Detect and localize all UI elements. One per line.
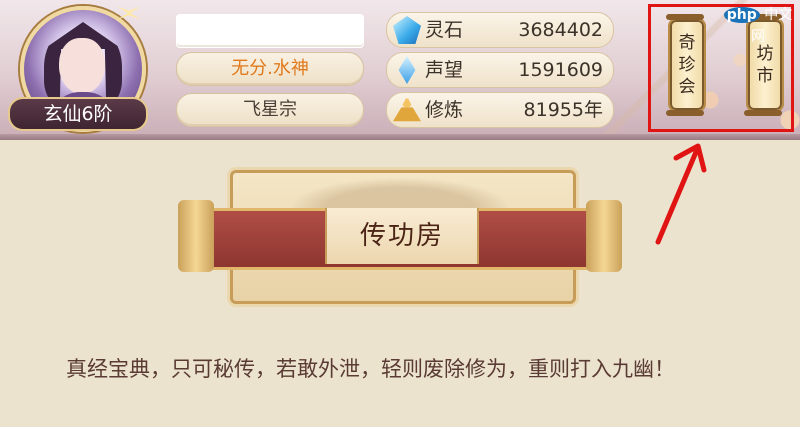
- avatar-face: [59, 38, 105, 94]
- treasure-fair-button[interactable]: 奇 珍 会: [666, 14, 706, 116]
- player-name-field: [176, 14, 364, 48]
- resource-spirit-stone: 灵石 3684402: [386, 12, 614, 48]
- resource-value: 81955年: [523, 99, 603, 121]
- description-text: 真经宝典，只可秘传，若敢外泄，轻则废除修为，重则打入九幽！: [66, 357, 675, 381]
- banner-end-cap: [586, 200, 622, 272]
- button-char: 市: [756, 66, 774, 86]
- watermark: php 中文网: [718, 4, 798, 45]
- resource-value: 3684402: [518, 19, 603, 41]
- banner-end-cap: [178, 200, 214, 272]
- resource-prestige: 声望 1591609: [386, 52, 614, 88]
- cultivation-icon: [393, 96, 421, 122]
- spirit-stone-icon: [393, 16, 421, 44]
- cloud-decoration: [270, 172, 530, 212]
- resource-value: 1591609: [518, 59, 603, 81]
- red-arrow-icon: [655, 143, 707, 245]
- player-sect: 飞星宗: [176, 93, 364, 127]
- player-title: 无分.水神: [176, 52, 364, 86]
- resource-cultivation: 修炼 81955年: [386, 92, 614, 128]
- button-char: 奇: [678, 33, 696, 53]
- resource-label: 声望: [425, 59, 464, 81]
- button-char: 会: [678, 77, 696, 97]
- page-title: 传功房: [325, 208, 479, 264]
- rank-badge: 玄仙6阶: [8, 97, 148, 131]
- watermark-logo: php: [723, 7, 760, 23]
- button-char: 珍: [678, 55, 696, 75]
- prestige-icon: [398, 56, 416, 84]
- resource-label: 修炼: [425, 99, 464, 121]
- resource-label: 灵石: [425, 19, 464, 41]
